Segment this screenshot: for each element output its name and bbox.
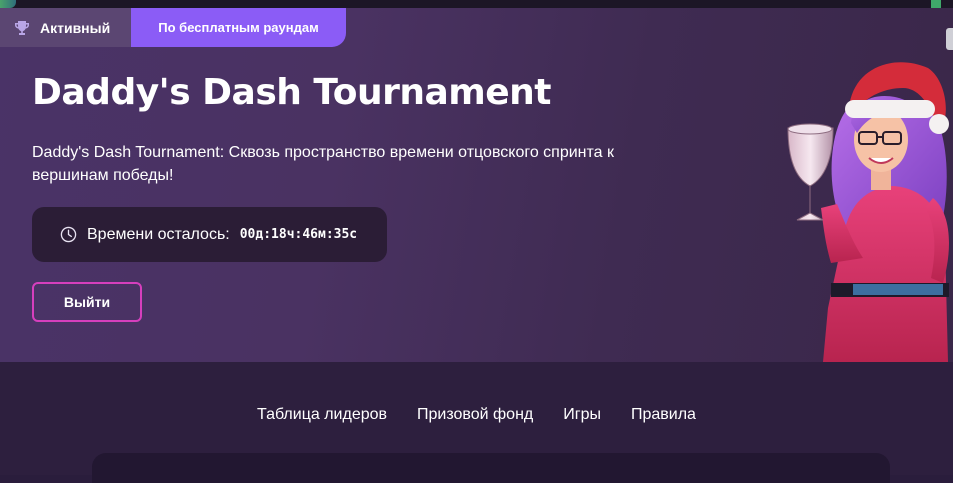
nav-links: Таблица лидеров Призовой фонд Игры Прави… [0, 406, 953, 424]
tab-free-rounds[interactable]: По бесплатным раундам [131, 8, 346, 47]
nav-item-prize-pool[interactable]: Призовой фонд [417, 406, 533, 424]
exit-button[interactable]: Выйти [32, 282, 142, 322]
tournament-hero: Активный По бесплатным раундам Daddy's D… [0, 8, 953, 362]
top-left-game-thumb[interactable] [0, 0, 16, 8]
side-collapse-handle[interactable] [946, 28, 953, 50]
nav-item-games[interactable]: Игры [563, 406, 601, 424]
timer-label: Времени осталось: [87, 225, 230, 243]
top-strip [0, 0, 953, 8]
nav-item-rules[interactable]: Правила [631, 406, 696, 424]
trophy-icon [15, 20, 29, 35]
top-right-game-thumb[interactable] [931, 0, 941, 8]
santa-girl-trophy-illustration [787, 62, 949, 362]
timer-value: 00д:18ч:46м:35с [239, 227, 358, 242]
countdown-timer: Времени осталось: 00д:18ч:46м:35с [32, 207, 387, 262]
tab-active[interactable]: Активный [0, 8, 131, 47]
content-panel [92, 453, 890, 483]
tournament-description: Daddy's Dash Tournament: Сквозь простран… [32, 144, 614, 184]
page-title: Daddy's Dash Tournament [32, 72, 552, 113]
tab-free-rounds-label: По бесплатным раундам [158, 20, 319, 35]
tab-active-label: Активный [40, 19, 111, 36]
nav-item-leaderboard[interactable]: Таблица лидеров [257, 406, 387, 424]
clock-icon [60, 226, 77, 243]
